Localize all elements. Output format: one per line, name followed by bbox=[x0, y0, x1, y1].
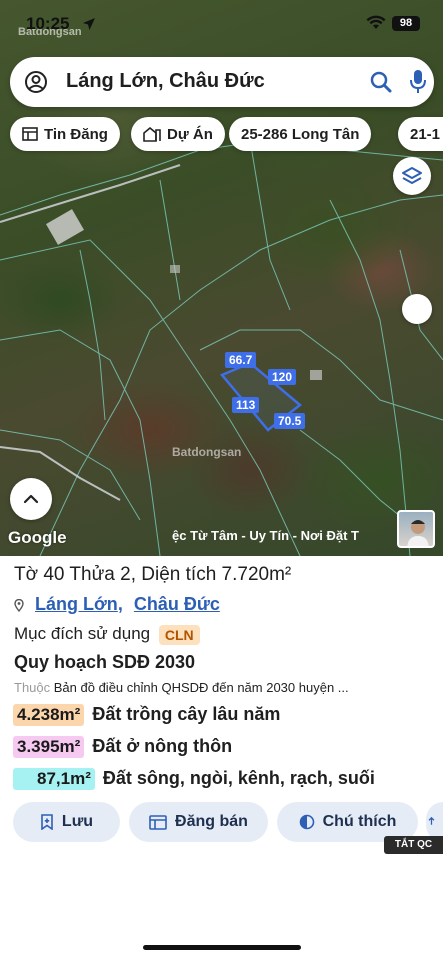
post-label: Đăng bán bbox=[175, 813, 248, 830]
land-use-row: 87,1m² Đất sông, ngòi, kênh, rạch, suối bbox=[13, 766, 375, 791]
user-icon[interactable] bbox=[24, 70, 48, 94]
search-icon[interactable] bbox=[370, 71, 392, 93]
location-commune-link[interactable]: Láng Lớn bbox=[35, 594, 118, 614]
land-use-label: Đất sông, ngòi, kênh, rạch, suối bbox=[102, 768, 375, 788]
wifi-icon bbox=[366, 15, 386, 29]
parcel-info-panel: Tờ 40 Thửa 2, Diện tích 7.720m² Láng Lớn… bbox=[0, 556, 443, 960]
location-district-link[interactable]: Châu Đức bbox=[134, 594, 220, 614]
parcel-title: Tờ 40 Thửa 2, Diện tích 7.720m² bbox=[14, 564, 292, 585]
save-button[interactable]: Lưu bbox=[13, 802, 120, 842]
chip-label: 25-286 Long Tân bbox=[241, 125, 360, 143]
parcel-location: Láng Lớn, Châu Đức bbox=[14, 594, 220, 615]
status-time: 10:25 bbox=[26, 14, 70, 33]
land-use-label: Đất trồng cây lâu năm bbox=[92, 704, 281, 724]
plan-title: Quy hoạch SDĐ 2030 bbox=[14, 652, 196, 672]
google-attribution: Google bbox=[8, 528, 67, 547]
map-handle[interactable] bbox=[402, 294, 432, 324]
hide-ads-button[interactable]: TẮT QC bbox=[384, 836, 443, 854]
chip-label: Dự Án bbox=[167, 125, 213, 143]
pin-icon bbox=[14, 598, 24, 612]
plan-prefix: Thuộc bbox=[14, 680, 51, 695]
location-arrow-icon bbox=[83, 18, 95, 30]
plot-dimension-bottom: 70.5 bbox=[274, 413, 306, 429]
land-use-label: Đất ở nông thôn bbox=[92, 736, 233, 756]
chip-label: 21-1 bbox=[410, 125, 441, 143]
contrast-icon bbox=[299, 814, 314, 830]
project-icon bbox=[143, 126, 161, 142]
land-use-area: 4.238m² bbox=[13, 703, 85, 726]
purpose-code-badge: CLN bbox=[158, 624, 200, 645]
map-watermark: Batdongsan bbox=[172, 445, 242, 459]
search-query[interactable]: Láng Lớn, Châu Đức bbox=[66, 70, 265, 93]
share-icon bbox=[428, 816, 435, 825]
layers-button[interactable] bbox=[393, 157, 431, 195]
listing-icon bbox=[22, 127, 38, 141]
purpose-label: Mục đích sử dụng bbox=[14, 624, 151, 643]
chip-listings[interactable]: Tin Đăng bbox=[10, 117, 120, 151]
land-use-row: 4.238m² Đất trồng cây lâu năm bbox=[13, 702, 280, 727]
layers-icon bbox=[402, 167, 422, 184]
land-purpose: Mục đích sử dụng CLN bbox=[14, 624, 200, 645]
land-use-row: 3.395m² Đất ở nông thôn bbox=[13, 734, 232, 759]
chip-parcel-21[interactable]: 21-1 bbox=[398, 117, 443, 151]
listing-icon bbox=[149, 814, 167, 830]
plan-description[interactable]: Thuộc Bản đồ điều chỉnh QHSDĐ đến năm 20… bbox=[14, 680, 349, 695]
search-bar[interactable]: Láng Lớn, Châu Đức bbox=[10, 57, 434, 107]
mic-icon[interactable] bbox=[409, 69, 427, 95]
chip-projects[interactable]: Dự Án bbox=[131, 117, 225, 151]
plot-dimension-left: 113 bbox=[232, 397, 260, 413]
scrolling-ticker: ệc Từ Tâm - Uy Tín - Nơi Đặt T bbox=[172, 528, 359, 543]
plot-dimension-top: 66.7 bbox=[225, 352, 257, 368]
land-use-area: 3.395m² bbox=[13, 735, 85, 758]
legend-label: Chú thích bbox=[322, 813, 397, 830]
chip-label: Tin Đăng bbox=[44, 125, 108, 143]
plan-desc-text: Bản đồ điều chỉnh QHSDĐ đến năm 2030 huy… bbox=[53, 680, 349, 695]
bookmark-add-icon bbox=[41, 814, 53, 830]
chip-parcel-long-tan[interactable]: 25-286 Long Tân bbox=[229, 117, 372, 151]
status-bar: 10:25 98 bbox=[0, 12, 443, 36]
chevron-up-icon bbox=[23, 494, 39, 504]
land-use-area: 87,1m² bbox=[13, 767, 95, 790]
expand-up-button[interactable] bbox=[10, 478, 52, 520]
battery-indicator: 98 bbox=[392, 16, 420, 31]
location-separator: , bbox=[117, 594, 123, 614]
save-label: Lưu bbox=[61, 813, 94, 830]
person-photo-icon bbox=[407, 520, 429, 546]
agent-avatar[interactable] bbox=[397, 510, 435, 548]
post-for-sale-button[interactable]: Đăng bán bbox=[129, 802, 268, 842]
satellite-map[interactable]: Batdongsan 10:25 98 Láng Lớn, Châu Đức T… bbox=[0, 0, 443, 556]
plot-dimension-right: 120 bbox=[268, 369, 297, 385]
home-indicator[interactable] bbox=[143, 945, 301, 950]
